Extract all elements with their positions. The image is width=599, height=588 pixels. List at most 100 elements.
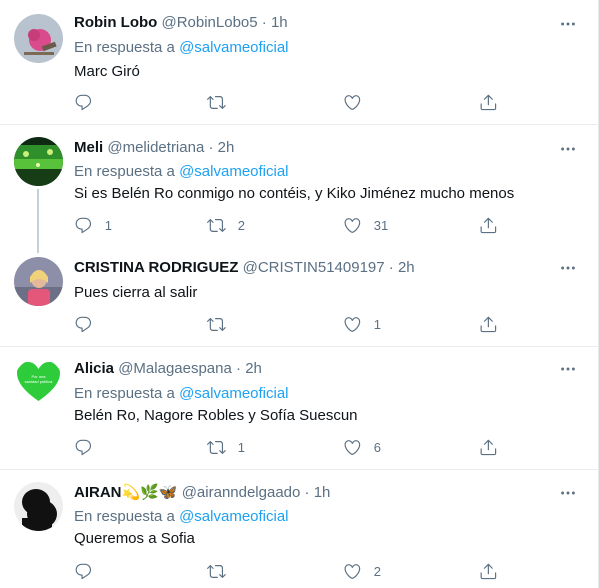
timestamp[interactable]: 2h (218, 139, 235, 156)
avatar[interactable] (14, 137, 63, 186)
heart-icon (344, 94, 361, 110)
tweet-actions (66, 90, 506, 114)
share-button[interactable] (479, 90, 498, 114)
like-count: 31 (373, 217, 389, 233)
reply-count: 1 (104, 217, 112, 233)
user-handle[interactable]: @airanndelgaado (182, 484, 301, 501)
retweet-icon (207, 564, 226, 578)
tweet[interactable]: AIRAN💫🌿🦋 @airanndelgaado · 1h En respues… (0, 470, 598, 588)
reply-icon (75, 439, 92, 455)
tweet[interactable]: CRISTINA RODRIGUEZ @CRISTIN51409197 · 2h… (0, 249, 598, 346)
mention-link[interactable]: @salvameoficial (179, 39, 288, 56)
more-options-icon[interactable] (558, 14, 578, 34)
heart-icon (344, 217, 361, 233)
share-icon (480, 563, 497, 579)
user-handle[interactable]: @Malagaespana (118, 360, 232, 377)
share-button[interactable] (479, 312, 498, 336)
tweet-actions: 1 6 (66, 435, 506, 459)
tweet-header: Robin Lobo @RobinLobo5 · 1h (74, 13, 288, 33)
more-options-icon[interactable] (558, 483, 578, 503)
retweet-button[interactable] (207, 559, 238, 583)
like-button[interactable]: 1 (343, 312, 381, 336)
like-button[interactable]: 31 (343, 213, 388, 237)
reply-prefix: En respuesta a (74, 39, 175, 56)
tweet-text: Si es Belén Ro conmigo no contéis, y Kik… (74, 185, 515, 202)
tweet-actions: 2 (66, 559, 506, 583)
reply-button[interactable] (74, 435, 105, 459)
share-button[interactable] (479, 213, 498, 237)
like-button[interactable]: 2 (343, 559, 381, 583)
mention-link[interactable]: @salvameoficial (179, 385, 288, 402)
display-name[interactable]: Robin Lobo (74, 14, 157, 31)
share-button[interactable] (479, 435, 498, 459)
reply-icon (75, 316, 92, 332)
tweet-actions: 1 (66, 312, 506, 336)
heart-icon (344, 316, 361, 332)
like-count: 2 (373, 563, 381, 579)
separator-dot: · (208, 139, 214, 156)
display-name[interactable]: Meli (74, 139, 103, 156)
display-name[interactable]: AIRAN (74, 484, 122, 501)
reply-button[interactable] (74, 90, 105, 114)
avatar[interactable] (14, 482, 63, 531)
retweet-icon (207, 95, 226, 109)
display-name[interactable]: CRISTINA RODRIGUEZ (74, 259, 238, 276)
avatar[interactable]: Por una sanidad pública (14, 358, 63, 407)
retweet-button[interactable] (207, 312, 238, 336)
share-icon (480, 439, 497, 455)
tweet-header: Meli @melidetriana · 2h (74, 138, 234, 158)
separator-dot: · (236, 360, 242, 377)
user-handle[interactable]: @CRISTIN51409197 (243, 259, 385, 276)
retweet-button[interactable] (207, 90, 238, 114)
mention-link[interactable]: @salvameoficial (179, 163, 288, 180)
separator-dot: · (304, 484, 310, 501)
user-handle[interactable]: @melidetriana (107, 139, 204, 156)
avatar[interactable] (14, 257, 63, 306)
reply-icon (75, 94, 92, 110)
share-icon (480, 217, 497, 233)
like-button[interactable] (343, 90, 374, 114)
reply-button[interactable]: 1 (74, 213, 112, 237)
tweet-text: Belén Ro, Nagore Robles y Sofía Suescun (74, 407, 358, 424)
timestamp[interactable]: 1h (271, 14, 288, 31)
reply-icon (75, 563, 92, 579)
tweet-header: CRISTINA RODRIGUEZ @CRISTIN51409197 · 2h (74, 258, 415, 278)
display-name[interactable]: Alicia (74, 360, 114, 377)
reply-button[interactable] (74, 559, 105, 583)
timestamp[interactable]: 1h (314, 484, 331, 501)
retweet-button[interactable]: 1 (207, 435, 245, 459)
timestamp[interactable]: 2h (245, 360, 262, 377)
reply-prefix: En respuesta a (74, 508, 175, 525)
tweet[interactable]: Meli @melidetriana · 2h En respuesta a @… (0, 125, 598, 253)
svg-text:sanidad pública: sanidad pública (25, 379, 54, 384)
more-options-icon[interactable] (558, 359, 578, 379)
avatar[interactable] (14, 14, 63, 63)
reply-prefix: En respuesta a (74, 385, 175, 402)
tweet-header: Alicia @Malagaespana · 2h (74, 359, 262, 379)
tweet[interactable]: Robin Lobo @RobinLobo5 · 1h En respuesta… (0, 0, 598, 125)
tweet[interactable]: Por una sanidad pública Alicia @Malagaesp… (0, 347, 598, 469)
reply-button[interactable] (74, 312, 105, 336)
reply-context: En respuesta a @salvameoficial (74, 38, 289, 58)
tweet-actions: 1 2 31 (66, 213, 506, 237)
mention-link[interactable]: @salvameoficial (179, 508, 288, 525)
timestamp[interactable]: 2h (398, 259, 415, 276)
user-handle[interactable]: @RobinLobo5 (161, 14, 257, 31)
reply-context: En respuesta a @salvameoficial (74, 162, 289, 182)
tweet-text: Marc Giró (74, 63, 140, 80)
separator-dot: · (261, 14, 267, 31)
retweet-button[interactable]: 2 (207, 213, 245, 237)
retweet-count: 2 (237, 217, 245, 233)
like-count: 6 (373, 439, 381, 455)
share-button[interactable] (479, 559, 498, 583)
tweet-text: Pues cierra al salir (74, 284, 198, 301)
more-options-icon[interactable] (558, 139, 578, 159)
name-emoji: 💫🌿🦋 (121, 484, 178, 501)
share-icon (480, 94, 497, 110)
retweet-icon (207, 317, 226, 331)
like-button[interactable]: 6 (343, 435, 381, 459)
tweet-header: AIRAN💫🌿🦋 @airanndelgaado · 1h (74, 483, 330, 503)
more-options-icon[interactable] (558, 258, 578, 278)
share-icon (480, 316, 497, 332)
separator-dot: · (388, 259, 394, 276)
